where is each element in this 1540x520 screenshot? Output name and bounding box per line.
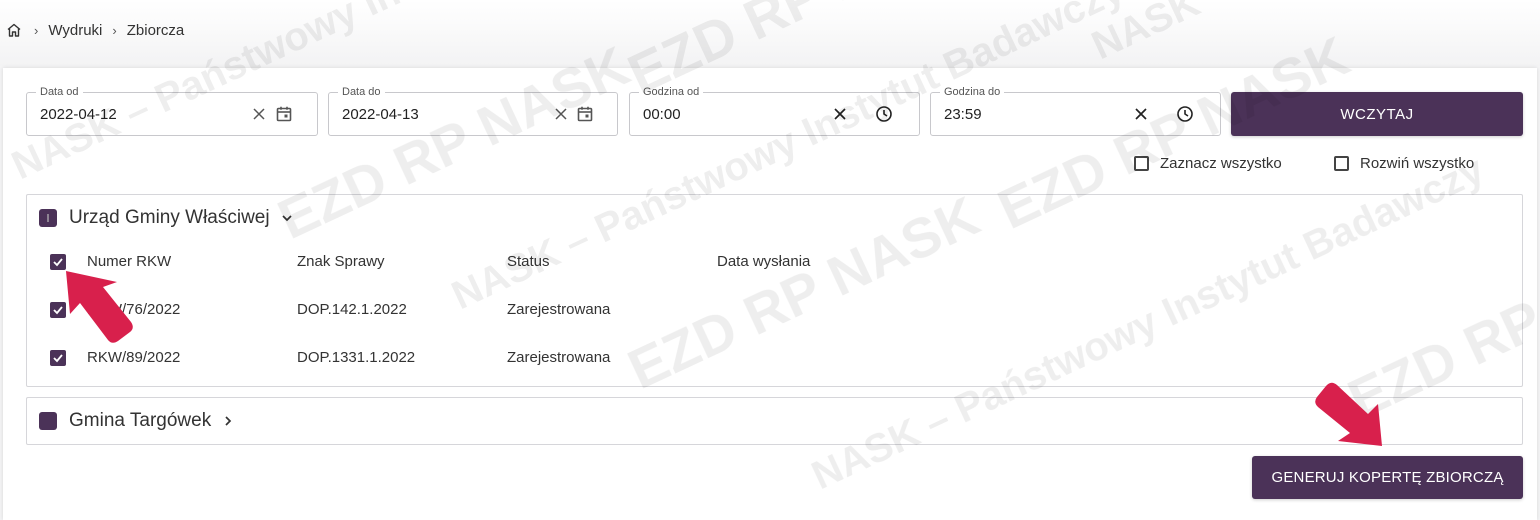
date-to-input[interactable]: 2022-04-13 <box>342 106 522 123</box>
column-header-znak: Znak Sprawy <box>297 253 385 270</box>
select-all-checkbox[interactable]: Zaznacz wszystko <box>1134 155 1282 172</box>
close-icon[interactable] <box>1133 106 1149 122</box>
group-checkbox[interactable] <box>39 412 57 430</box>
table-row[interactable]: RKW/76/2022 DOP.142.1.2022 Zarejestrowan… <box>27 298 1522 322</box>
time-to-label: Godzina do <box>940 85 1005 99</box>
cell-numer: RKW/76/2022 <box>87 301 181 318</box>
group-title: Urząd Gminy Właściwej <box>69 207 270 228</box>
expand-all-label: Rozwiń wszystko <box>1360 155 1475 172</box>
column-header-data: Data wysłania <box>717 253 811 270</box>
cell-znak: DOP.1331.1.2022 <box>297 349 416 366</box>
cell-status: Zarejestrowana <box>507 349 611 366</box>
breadcrumb-item-wydruki[interactable]: Wydruki <box>48 22 102 39</box>
group-header[interactable]: Urząd Gminy Właściwej <box>39 207 294 229</box>
checkbox-icon[interactable] <box>1334 156 1349 171</box>
time-to-input[interactable]: 23:59 <box>944 106 1124 123</box>
cell-numer: RKW/89/2022 <box>87 349 181 366</box>
close-icon[interactable] <box>832 106 848 122</box>
group-title: Gmina Targówek <box>69 410 212 431</box>
clock-icon[interactable] <box>1176 105 1194 123</box>
cell-znak: DOP.142.1.2022 <box>297 301 407 318</box>
date-to-label: Data do <box>338 85 385 99</box>
expand-all-checkbox[interactable]: Rozwiń wszystko <box>1334 155 1474 172</box>
date-from-label: Data od <box>36 85 83 99</box>
select-all-label: Zaznacz wszystko <box>1160 155 1282 172</box>
table-row[interactable]: RKW/89/2022 DOP.1331.1.2022 Zarejestrowa… <box>27 346 1522 370</box>
home-icon[interactable] <box>6 22 22 38</box>
close-icon[interactable] <box>553 106 569 122</box>
table-header-row: Numer RKW Znak Sprawy Status Data wysłan… <box>27 250 1522 274</box>
row-checkbox[interactable] <box>50 302 66 318</box>
chevron-right-icon[interactable] <box>221 414 235 428</box>
breadcrumb-item-zbiorcza: Zbiorcza <box>126 21 185 39</box>
time-from-input[interactable]: 00:00 <box>643 106 823 123</box>
date-from-field[interactable]: Data od 2022-04-12 <box>26 85 318 136</box>
date-from-input[interactable]: 2022-04-12 <box>40 106 220 123</box>
column-header-numer: Numer RKW <box>87 253 172 270</box>
time-from-field[interactable]: Godzina od 00:00 <box>629 85 920 136</box>
breadcrumb: › Wydruki › Zbiorcza <box>6 19 184 41</box>
time-from-label: Godzina od <box>639 85 704 99</box>
group-panel-urzad: Urząd Gminy Właściwej Numer RKW Znak Spr… <box>26 194 1523 387</box>
date-to-field[interactable]: Data do 2022-04-13 <box>328 85 618 136</box>
clock-icon[interactable] <box>875 105 893 123</box>
row-checkbox[interactable] <box>50 350 66 366</box>
top-bar: › Wydruki › Zbiorcza <box>0 0 1540 66</box>
header-checkbox[interactable] <box>50 254 66 270</box>
cell-status: Zarejestrowana <box>507 301 611 318</box>
load-button[interactable]: WCZYTAJ <box>1231 92 1523 136</box>
calendar-icon[interactable] <box>576 105 594 123</box>
column-header-status: Status <box>507 253 550 270</box>
calendar-icon[interactable] <box>275 105 293 123</box>
time-to-field[interactable]: Godzina do 23:59 <box>930 85 1221 136</box>
main-card: Data od 2022-04-12 Data do 2022-04-13 Go… <box>3 68 1537 520</box>
chevron-right-icon: › <box>112 22 117 38</box>
generate-envelope-button[interactable]: GENERUJ KOPERTĘ ZBIORCZĄ <box>1252 456 1523 499</box>
group-panel-targowek: Gmina Targówek <box>26 397 1523 445</box>
chevron-down-icon[interactable] <box>280 211 294 225</box>
checkbox-icon[interactable] <box>1134 156 1149 171</box>
group-header[interactable]: Gmina Targówek <box>39 410 235 432</box>
chevron-right-icon: › <box>34 22 39 38</box>
close-icon[interactable] <box>251 106 267 122</box>
group-checkbox-indeterminate[interactable] <box>39 209 57 227</box>
